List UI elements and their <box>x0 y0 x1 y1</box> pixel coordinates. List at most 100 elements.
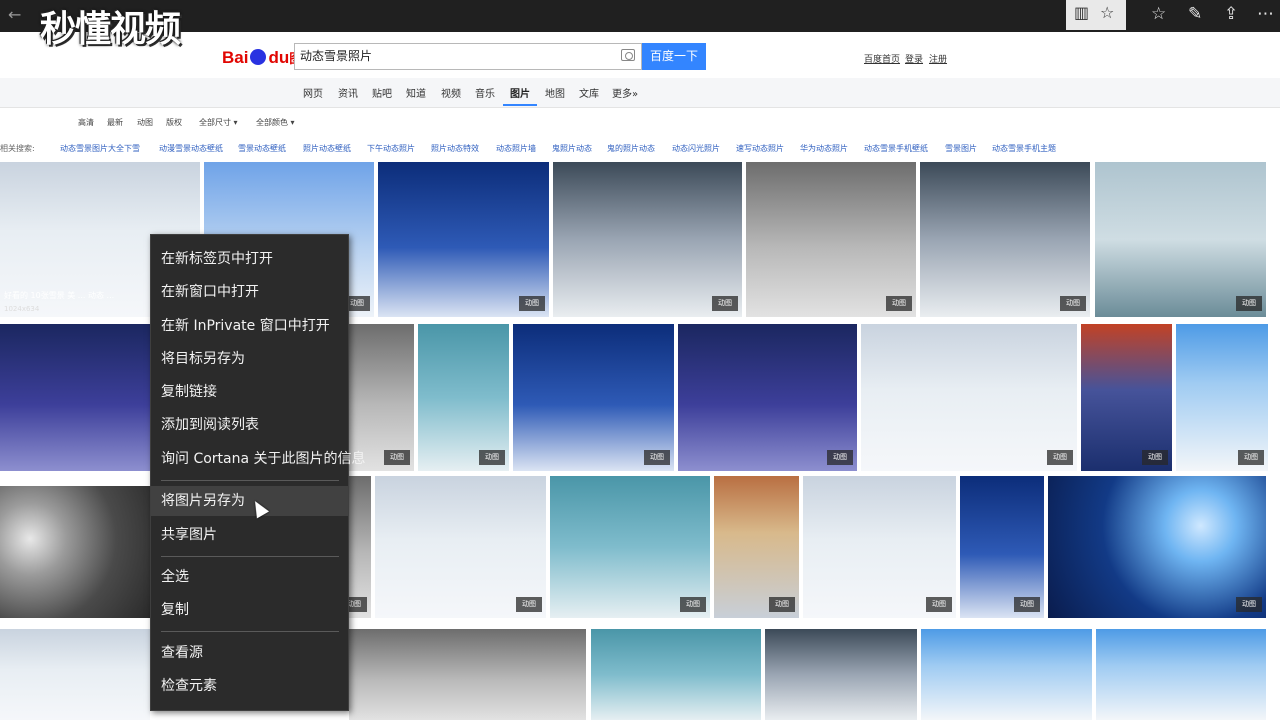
image-thumbnail[interactable]: 动图 <box>1081 324 1172 471</box>
tab-more[interactable]: 更多» <box>612 85 638 100</box>
filter-gif[interactable]: 动图 <box>137 117 153 128</box>
reading-view-icon[interactable]: ▥ <box>1074 3 1089 22</box>
menu-share-image[interactable]: 共享图片 <box>151 520 348 550</box>
menu-open-new-tab[interactable]: 在新标签页中打开 <box>151 244 348 274</box>
gif-badge: 动图 <box>1236 597 1262 612</box>
image-thumbnail[interactable]: 动图 <box>861 324 1077 471</box>
menu-inspect-element[interactable]: 检查元素 <box>151 671 348 701</box>
menu-copy[interactable]: 复制 <box>151 595 348 625</box>
search-button[interactable]: 百度一下 <box>642 43 706 70</box>
menu-open-inprivate[interactable]: 在新 InPrivate 窗口中打开 <box>151 311 348 341</box>
tab-wenku[interactable]: 文库 <box>579 85 599 100</box>
image-thumbnail[interactable] <box>591 629 761 720</box>
gif-badge: 动图 <box>1236 296 1262 311</box>
gif-badge: 动图 <box>769 597 795 612</box>
menu-save-image-as[interactable]: 将图片另存为 <box>151 486 348 516</box>
gif-badge: 动图 <box>886 296 912 311</box>
gif-badge: 动图 <box>516 597 542 612</box>
tab-news[interactable]: 资讯 <box>338 85 358 100</box>
menu-ask-cortana[interactable]: 询问 Cortana 关于此图片的信息 <box>151 444 366 474</box>
related-item[interactable]: 动态雪景手机壁纸 <box>864 143 928 154</box>
image-thumbnail[interactable]: 动图 <box>920 162 1090 317</box>
related-item[interactable]: 照片动态特效 <box>431 143 479 154</box>
image-thumbnail[interactable]: 动图 <box>803 476 956 618</box>
related-item[interactable]: 雪景图片 <box>945 143 977 154</box>
related-item[interactable]: 下午动态照片 <box>367 143 415 154</box>
homepage-link[interactable]: 百度首页 <box>864 52 900 65</box>
image-thumbnail[interactable]: 动图 <box>513 324 674 471</box>
filter-latest[interactable]: 最新 <box>107 117 123 128</box>
filter-copyright[interactable]: 版权 <box>166 117 182 128</box>
more-icon[interactable]: ⋯ <box>1257 4 1274 24</box>
image-thumbnail[interactable]: 动图 <box>1176 324 1268 471</box>
menu-select-all[interactable]: 全选 <box>151 562 348 592</box>
image-thumbnail[interactable] <box>1096 629 1266 720</box>
tab-tieba[interactable]: 贴吧 <box>372 85 392 100</box>
related-item[interactable]: 雪景动态壁纸 <box>238 143 286 154</box>
tab-music[interactable]: 音乐 <box>475 85 495 100</box>
gif-badge: 动图 <box>1142 450 1168 465</box>
image-thumbnail[interactable]: 动图 <box>375 476 546 618</box>
gif-badge: 动图 <box>712 296 738 311</box>
image-thumbnail[interactable]: 动图 <box>349 324 414 471</box>
menu-add-reading-list[interactable]: 添加到阅读列表 <box>151 410 348 440</box>
image-thumbnail[interactable]: 动图 <box>1048 476 1266 618</box>
menu-copy-link[interactable]: 复制链接 <box>151 377 348 407</box>
image-thumbnail[interactable]: 动图 <box>1095 162 1266 317</box>
filter-size[interactable]: 全部尺寸 ▾ <box>199 117 238 128</box>
gif-badge: 动图 <box>1060 296 1086 311</box>
register-link[interactable]: 注册 <box>929 52 947 65</box>
image-thumbnail[interactable]: 动图 <box>550 476 710 618</box>
camera-icon[interactable] <box>621 49 635 61</box>
favorites-hub-icon[interactable]: ☆ <box>1151 4 1166 24</box>
tab-map[interactable]: 地图 <box>545 85 565 100</box>
tab-web[interactable]: 网页 <box>303 85 323 100</box>
related-item[interactable]: 鬼照片动态 <box>552 143 592 154</box>
related-item[interactable]: 动漫雪景动态壁纸 <box>159 143 223 154</box>
filter-color[interactable]: 全部颜色 ▾ <box>256 117 295 128</box>
image-thumbnail[interactable] <box>0 629 150 720</box>
image-thumbnail[interactable]: 动图 <box>378 162 549 317</box>
menu-separator <box>161 480 339 481</box>
login-link[interactable]: 登录 <box>905 52 923 65</box>
search-box <box>294 43 642 70</box>
image-thumbnail[interactable]: 动图 <box>349 476 371 618</box>
related-item[interactable]: 动态照片墙 <box>496 143 536 154</box>
favorite-star-icon[interactable]: ☆ <box>1100 3 1114 22</box>
image-thumbnail[interactable]: 动图 <box>960 476 1044 618</box>
image-thumbnail[interactable] <box>0 486 150 618</box>
related-item[interactable]: 速写动态照片 <box>736 143 784 154</box>
related-item[interactable]: 动态雪景图片大全下雪 <box>60 143 140 154</box>
tab-video[interactable]: 视频 <box>441 85 461 100</box>
image-thumbnail[interactable]: 动图 <box>746 162 916 317</box>
related-item[interactable]: 华为动态照片 <box>800 143 848 154</box>
image-thumbnail[interactable] <box>921 629 1092 720</box>
search-input[interactable] <box>300 48 620 62</box>
image-thumbnail[interactable]: 动图 <box>714 476 799 618</box>
related-item[interactable]: 鬼的照片动态 <box>607 143 655 154</box>
image-thumbnail[interactable]: 动图 <box>418 324 509 471</box>
gif-badge: 动图 <box>479 450 505 465</box>
web-note-icon[interactable]: ✎ <box>1188 4 1202 24</box>
menu-view-source[interactable]: 查看源 <box>151 638 348 668</box>
gif-badge: 动图 <box>827 450 853 465</box>
tab-zhidao[interactable]: 知道 <box>406 85 426 100</box>
gif-badge: 动图 <box>680 597 706 612</box>
menu-open-new-window[interactable]: 在新窗口中打开 <box>151 277 348 307</box>
filter-hd[interactable]: 高清 <box>78 117 94 128</box>
image-thumbnail[interactable]: 动图 <box>553 162 742 317</box>
menu-save-target-as[interactable]: 将目标另存为 <box>151 344 348 374</box>
reading-view-area: ▥ ☆ <box>1066 0 1126 30</box>
related-item[interactable]: 动态闪光照片 <box>672 143 720 154</box>
tab-images[interactable]: 图片 <box>510 85 530 100</box>
gif-badge: 动图 <box>519 296 545 311</box>
image-thumbnail[interactable] <box>0 324 150 471</box>
image-thumbnail[interactable] <box>349 629 586 720</box>
gif-badge: 动图 <box>1238 450 1264 465</box>
image-thumbnail[interactable]: 动图 <box>678 324 857 471</box>
related-item[interactable]: 照片动态壁纸 <box>303 143 351 154</box>
back-icon[interactable]: ← <box>8 5 21 24</box>
share-icon[interactable]: ⇪ <box>1224 4 1238 24</box>
image-thumbnail[interactable] <box>765 629 917 720</box>
related-item[interactable]: 动态雪景手机主题 <box>992 143 1056 154</box>
